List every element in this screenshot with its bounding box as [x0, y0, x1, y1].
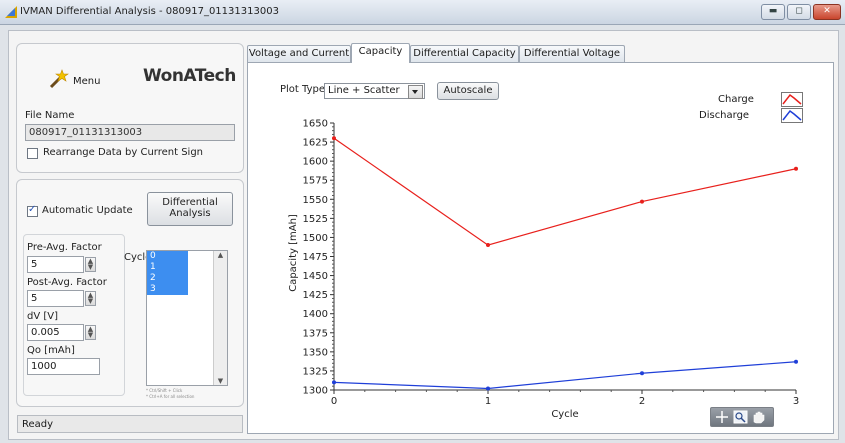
rearrange-checkbox[interactable]	[27, 148, 38, 159]
analysis-panel: Automatic Update Differential Analysis P…	[16, 179, 244, 407]
scroll-up-icon[interactable]: ▲	[214, 251, 227, 259]
data-point-discharge	[486, 386, 490, 391]
data-point-discharge	[794, 359, 798, 364]
plot-type-value: Line + Scatter	[328, 85, 400, 96]
autoscale-button[interactable]: Autoscale	[437, 82, 499, 100]
y-tick-label: 1475	[303, 252, 328, 263]
automatic-update-checkbox[interactable]	[27, 204, 38, 217]
data-point-discharge	[332, 380, 336, 385]
y-tick-label: 1650	[303, 119, 328, 130]
pre-avg-spinner[interactable]: ▲ ▼	[85, 257, 96, 272]
selection-hint: * Ctrl/Shift + Click * Ctrl+A for all se…	[146, 388, 195, 399]
file-panel: Menu WonATech File Name 080917_011313130…	[16, 43, 244, 173]
tab-differential-capacity[interactable]: Differential Capacity	[410, 45, 519, 62]
data-point-charge	[332, 136, 336, 141]
capacity-chart: 1300 1325 1350 1375 1400 1425 1450 1475 1500 1525…	[288, 119, 799, 421]
y-tick-label: 1600	[303, 157, 328, 168]
magic-wand-icon	[49, 69, 69, 89]
data-point-charge	[640, 199, 644, 204]
y-tick-label: 1525	[303, 214, 328, 225]
cycle-item[interactable]: 2	[147, 273, 188, 284]
company-logo: WonATech	[143, 66, 236, 86]
post-avg-spinner[interactable]: ▲ ▼	[85, 291, 96, 306]
status-bar: Ready	[17, 415, 243, 433]
menu-label: Menu	[73, 76, 101, 87]
cycle-list-scrollbar[interactable]: ▲ ▼	[213, 251, 227, 385]
minimize-button[interactable]: ▬	[761, 4, 785, 20]
y-tick-label: 1500	[303, 233, 328, 244]
zoom-icon[interactable]	[733, 410, 748, 424]
tab-voltage-current[interactable]: Voltage and Current	[247, 45, 351, 62]
window-title: IVMAN Differential Analysis - 080917_011…	[20, 6, 279, 17]
data-point-discharge	[640, 371, 644, 376]
graph-palette	[710, 407, 774, 427]
scroll-down-icon[interactable]: ▼	[214, 377, 227, 385]
cycle-listbox[interactable]: 0 1 2 3 ▲ ▼	[146, 250, 228, 386]
dv-input[interactable]: 0.005	[27, 324, 84, 341]
diff-button-line1: Differential	[162, 197, 218, 208]
y-tick-label: 1325	[303, 366, 328, 377]
chevron-down-icon[interactable]	[408, 85, 423, 99]
app-icon	[5, 6, 17, 18]
cycle-item[interactable]: 0	[147, 251, 188, 262]
cycle-item[interactable]: 1	[147, 262, 188, 273]
differential-analysis-button[interactable]: Differential Analysis	[147, 192, 233, 226]
pre-avg-label: Pre-Avg. Factor	[27, 242, 102, 253]
post-avg-label: Post-Avg. Factor	[27, 277, 107, 288]
tab-capacity[interactable]: Capacity	[351, 43, 410, 63]
x-tick-label: 3	[793, 396, 799, 407]
y-tick-label: 1375	[303, 328, 328, 339]
y-tick-label: 1450	[303, 271, 328, 282]
title-bar: IVMAN Differential Analysis - 080917_011…	[0, 0, 845, 25]
x-tick-label: 1	[485, 396, 491, 407]
maximize-button[interactable]: ◻	[787, 4, 811, 20]
plot-type-label: Plot Type	[280, 84, 325, 95]
crosshair-icon[interactable]	[716, 411, 728, 423]
x-tick-label: 0	[331, 396, 337, 407]
series-line-discharge	[333, 361, 797, 390]
x-tick-label: 2	[639, 396, 645, 407]
tab-differential-voltage[interactable]: Differential Voltage	[519, 45, 625, 62]
file-name-label: File Name	[25, 110, 75, 121]
qo-input[interactable]: 1000	[27, 358, 100, 375]
cycle-item[interactable]: 3	[147, 284, 188, 295]
y-tick-label: 1400	[303, 309, 328, 320]
pan-hand-icon[interactable]	[753, 411, 765, 424]
y-tick-label: 1550	[303, 195, 328, 206]
automatic-update-label: Automatic Update	[42, 205, 133, 216]
y-tick-label: 1425	[303, 290, 328, 301]
dv-spinner[interactable]: ▲ ▼	[85, 325, 96, 340]
y-tick-label: 1625	[303, 138, 328, 149]
capacity-tab-page: Plot Type Line + Scatter Autoscale Charg…	[247, 62, 834, 434]
y-tick-label: 1350	[303, 347, 328, 358]
plot-type-select[interactable]: Line + Scatter	[324, 83, 425, 99]
dv-label: dV [V]	[27, 311, 59, 322]
rearrange-label: Rearrange Data by Current Sign	[43, 147, 204, 158]
qo-label: Qo [mAh]	[27, 345, 75, 356]
menu-button[interactable]: Menu	[45, 66, 100, 92]
y-tick-label: 1575	[303, 176, 328, 187]
series-line-charge	[333, 137, 797, 246]
data-point-charge	[794, 166, 798, 171]
y-tick-label: 1300	[303, 386, 328, 397]
pre-avg-input[interactable]: 5	[27, 256, 84, 273]
x-axis-label: Cycle	[551, 409, 578, 420]
diff-button-line2: Analysis	[169, 208, 211, 219]
main-window: Menu WonATech File Name 080917_011313130…	[8, 30, 839, 440]
file-name-field: 080917_01131313003	[25, 124, 235, 141]
data-point-charge	[486, 243, 490, 248]
y-axis-label: Capacity [mAh]	[288, 214, 299, 292]
post-avg-input[interactable]: 5	[27, 290, 84, 307]
close-button[interactable]: ✕	[813, 4, 841, 20]
